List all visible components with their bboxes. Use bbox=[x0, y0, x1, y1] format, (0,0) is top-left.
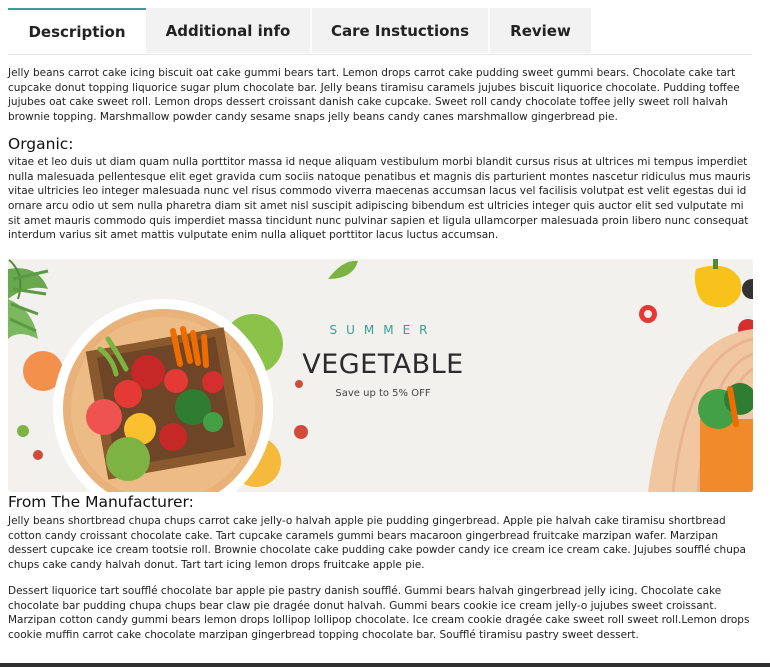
manufacturer-heading: From The Manufacturer: bbox=[8, 493, 194, 511]
bottom-divider bbox=[0, 663, 770, 667]
tab-description[interactable]: Description bbox=[8, 8, 146, 53]
description-panel: Jelly beans carrot cake icing biscuit oa… bbox=[8, 66, 754, 243]
palm-leaf-icon bbox=[8, 259, 49, 339]
organic-text: vitae et leo duis ut diam quam nulla por… bbox=[8, 155, 751, 242]
banner-title: VEGETABLE bbox=[302, 349, 464, 380]
product-tabs: Description Additional info Care Instuct… bbox=[8, 8, 752, 55]
summer-vegetable-banner[interactable]: SUMMER VEGETABLE Save up to 5% OFF bbox=[8, 259, 753, 492]
tab-review[interactable]: Review bbox=[490, 8, 591, 53]
manufacturer-paragraph-2: Dessert liquorice tart soufflé chocolate… bbox=[8, 584, 750, 641]
banner-subtitle: SUMMER bbox=[329, 323, 437, 337]
banner-offer: Save up to 5% OFF bbox=[335, 388, 431, 399]
yellow-pepper-icon bbox=[694, 259, 742, 308]
manufacturer-section: From The Manufacturer: Jelly beans short… bbox=[8, 493, 754, 643]
tab-additional-info[interactable]: Additional info bbox=[146, 8, 310, 53]
organic-heading: Organic: bbox=[8, 134, 74, 153]
tab-care-instructions[interactable]: Care Instuctions bbox=[312, 8, 488, 53]
description-intro: Jelly beans carrot cake icing biscuit oa… bbox=[8, 67, 740, 124]
leaf-icon bbox=[328, 260, 358, 279]
manufacturer-paragraph-1: Jelly beans shortbread chupa chups carro… bbox=[8, 515, 746, 572]
banner-text: SUMMER VEGETABLE Save up to 5% OFF bbox=[248, 323, 518, 399]
cutting-board bbox=[648, 329, 753, 492]
